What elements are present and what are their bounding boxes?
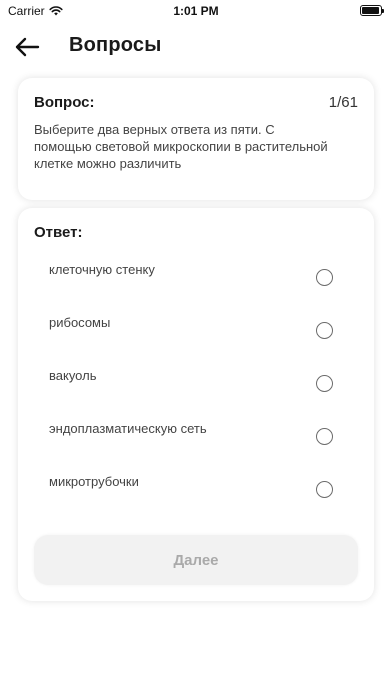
radio-button[interactable] [316,322,333,339]
radio-button[interactable] [316,481,333,498]
radio-button[interactable] [316,375,333,392]
answer-option[interactable]: клеточную стенку [18,252,374,305]
answer-option[interactable]: микротрубочки [18,464,374,517]
option-label: вакуоль [49,368,97,383]
radio-button[interactable] [316,428,333,445]
answer-label: Ответ: [34,224,83,241]
question-text: Выберите два верных ответа из пяти. С по… [34,122,328,171]
next-button[interactable]: Далее [34,535,358,585]
question-label: Вопрос: [34,94,95,111]
question-card: Вопрос: 1/61 Выберите два верных ответа … [18,78,374,200]
question-counter: 1/61 [328,94,358,111]
option-label: микротрубочки [49,474,139,489]
battery-icon [360,5,384,16]
option-label: рибосомы [49,315,111,330]
answer-option[interactable]: рибосомы [18,305,374,358]
arrow-left-icon [15,37,40,57]
option-label: эндоплазматическую сеть [49,421,207,436]
answer-options: клеточную стенку рибосомы вакуоль эндопл… [18,252,374,517]
answer-option[interactable]: вакуоль [18,358,374,411]
radio-button[interactable] [316,269,333,286]
option-label: клеточную стенку [49,262,155,277]
answer-card: Ответ: клеточную стенку рибосомы вакуоль… [18,208,374,601]
back-button[interactable] [14,36,40,58]
header: Вопросы [0,30,392,66]
answer-option[interactable]: эндоплазматическую сеть [18,411,374,464]
clock: 1:01 PM [173,4,219,18]
page-title: Вопросы [69,34,162,56]
status-bar: Carrier 1:01 PM [0,0,392,22]
